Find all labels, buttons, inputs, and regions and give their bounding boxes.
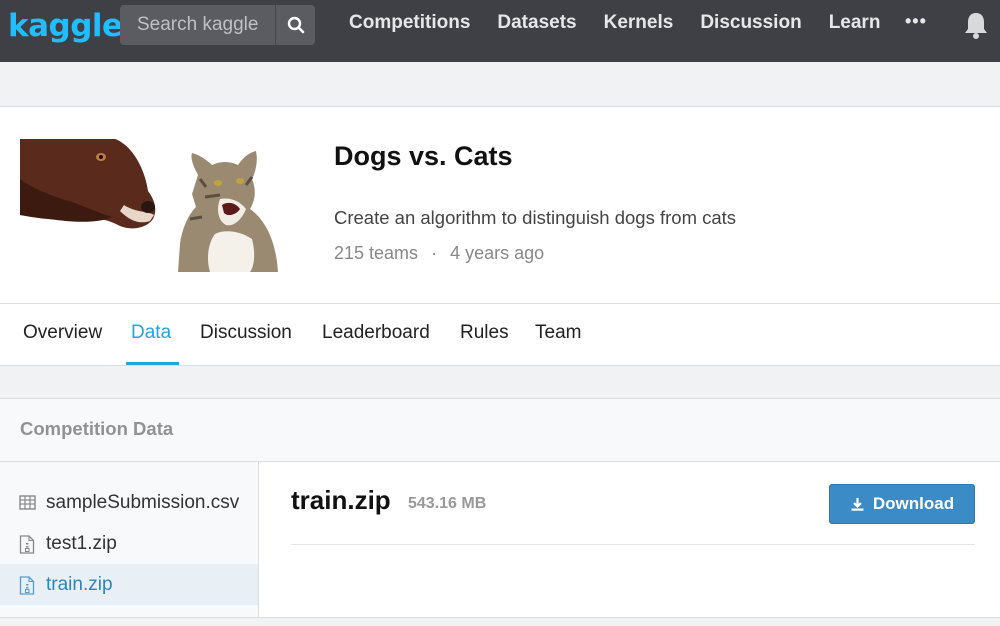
competition-header: Dogs vs. Cats Create an algorithm to dis… — [0, 106, 1000, 304]
table-icon — [19, 495, 36, 510]
top-navbar: kaggle Competitions Datasets Kernels Dis… — [0, 0, 1000, 62]
section-header: Competition Data — [0, 399, 1000, 462]
competition-title: Dogs vs. Cats — [334, 141, 513, 171]
tab-team[interactable]: Team — [535, 322, 581, 344]
file-item-samplesubmission[interactable]: sampleSubmission.csv — [0, 482, 258, 523]
section-title: Competition Data — [20, 418, 174, 439]
file-item-train[interactable]: train.zip — [0, 564, 258, 605]
download-button[interactable]: Download — [829, 484, 975, 524]
file-list: sampleSubmission.csv test1.zip train.zip — [0, 462, 259, 626]
tab-data[interactable]: Data — [131, 322, 171, 344]
nav-link-discussion[interactable]: Discussion — [700, 12, 801, 34]
team-count: 215 teams — [334, 243, 419, 263]
more-menu-icon[interactable]: ••• — [905, 11, 927, 32]
selected-file-name: train.zip — [291, 485, 391, 515]
nav-link-datasets[interactable]: Datasets — [497, 12, 576, 34]
selected-file-size: 543.16 MB — [408, 495, 487, 512]
nav-links: Competitions Datasets Kernels Discussion… — [349, 12, 907, 34]
file-name: test1.zip — [46, 532, 117, 554]
competition-age: 4 years ago — [450, 243, 545, 263]
competition-thumbnail — [20, 139, 285, 272]
nav-link-kernels[interactable]: Kernels — [604, 12, 674, 34]
file-name: train.zip — [46, 573, 113, 595]
competition-tabs: Overview Data Discussion Leaderboard Rul… — [0, 304, 1000, 366]
competition-description: Create an algorithm to distinguish dogs … — [334, 207, 737, 228]
zip-file-icon — [19, 576, 35, 595]
notifications-button[interactable] — [963, 10, 989, 45]
search-icon — [287, 16, 304, 34]
bell-icon — [965, 13, 987, 39]
active-tab-indicator — [126, 362, 179, 365]
download-icon — [851, 497, 864, 511]
divider — [291, 544, 975, 545]
zip-file-icon — [19, 535, 35, 554]
nav-link-learn[interactable]: Learn — [829, 12, 881, 34]
search-button[interactable] — [275, 5, 315, 45]
search-box — [120, 5, 315, 45]
tab-discussion[interactable]: Discussion — [200, 322, 292, 344]
tab-rules[interactable]: Rules — [460, 322, 509, 344]
page-bottom — [0, 617, 1000, 626]
file-item-test1[interactable]: test1.zip — [0, 523, 258, 564]
competition-meta: 215 teams · 4 years ago — [334, 243, 544, 264]
meta-separator: · — [431, 243, 438, 263]
download-label: Download — [872, 494, 955, 513]
tab-leaderboard[interactable]: Leaderboard — [322, 322, 430, 344]
search-input[interactable] — [120, 14, 270, 36]
tab-overview[interactable]: Overview — [23, 322, 102, 344]
file-name: sampleSubmission.csv — [46, 491, 240, 513]
kaggle-logo[interactable]: kaggle — [8, 8, 123, 44]
nav-link-competitions[interactable]: Competitions — [349, 12, 470, 34]
competition-data-section: Competition Data sampleSubmission.csv te… — [0, 398, 1000, 626]
